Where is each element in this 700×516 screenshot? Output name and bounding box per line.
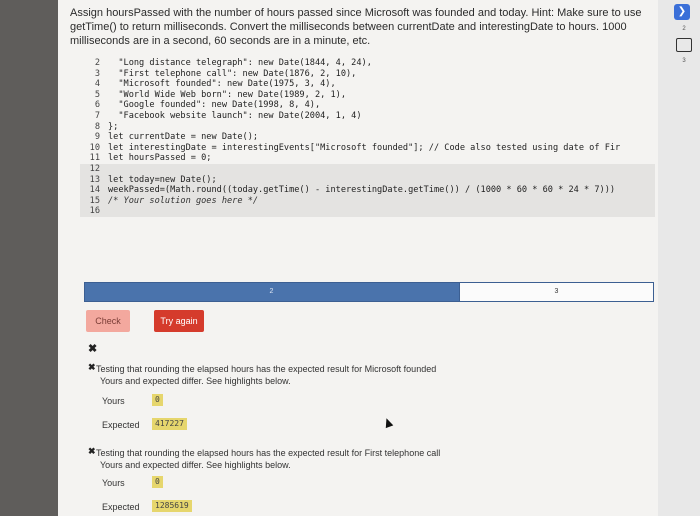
line-number: 11 <box>89 153 100 164</box>
test-subtitle: Yours and expected differ. See highlight… <box>100 376 291 386</box>
yours-label: Yours <box>102 478 125 488</box>
line-number: 16 <box>89 206 100 217</box>
code-text: let hoursPassed = 0; <box>108 153 212 164</box>
line-number: 5 <box>94 89 100 100</box>
code-line[interactable]: 12 <box>80 163 655 175</box>
code-text: "Long distance telegraph": new Date(1844… <box>108 58 372 68</box>
line-number: 15 <box>89 195 100 206</box>
code-text: "World Wide Web born": new Date(1989, 2,… <box>108 89 346 100</box>
code-text: }; <box>108 121 119 132</box>
code-line[interactable]: 5 "World Wide Web born": new Date(1989, … <box>80 90 655 101</box>
screen: Assign hoursPassed with the number of ho… <box>58 0 658 516</box>
yours-value: 0 <box>152 394 163 406</box>
code-line[interactable]: 3 "First telephone call": new Date(1876,… <box>80 69 655 80</box>
line-number: 9 <box>94 132 100 143</box>
chevron-right-icon[interactable]: ❯ <box>674 4 690 20</box>
code-line[interactable]: 7 "Facebook website launch": new Date(20… <box>80 111 655 122</box>
code-text: weekPassed=(Math.round((today.getTime() … <box>108 185 616 196</box>
code-line[interactable]: 10 let interestingDate = interestingEvent… <box>80 143 655 154</box>
code-line[interactable]: 6 "Google founded": new Date(1998, 8, 4)… <box>80 100 655 111</box>
line-number: 10 <box>89 142 100 153</box>
code-line[interactable]: 9 let currentDate = new Date(); <box>80 132 655 143</box>
yours-label: Yours <box>102 396 125 406</box>
progress-step-2[interactable]: 2 <box>85 283 458 301</box>
code-line[interactable]: 13 let today=new Date(); <box>80 174 655 186</box>
mouse-cursor-icon <box>382 416 394 429</box>
expected-value: 1285619 <box>152 500 192 512</box>
code-text: let interestingDate = interestingEvents[… <box>108 142 621 153</box>
yours-value: 0 <box>152 476 163 488</box>
expected-label: Expected <box>102 420 140 430</box>
side-panel: ❯ 2 3 <box>658 0 700 516</box>
window-icon[interactable] <box>676 38 692 52</box>
try-again-button[interactable]: Try again <box>154 310 204 332</box>
check-button[interactable]: Check <box>86 310 130 332</box>
code-line[interactable]: 11 let hoursPassed = 0; <box>80 153 655 164</box>
code-text: "Google founded": new Date(1998, 8, 4), <box>108 100 321 111</box>
code-text: "Facebook website launch": new Date(2004… <box>108 110 362 121</box>
code-line[interactable]: 2 "Long distance telegraph": new Date(18… <box>80 58 655 69</box>
side-number: 2 <box>682 26 686 32</box>
test-result: Testing that rounding the elapsed hours … <box>88 363 436 387</box>
photo-background-left <box>0 0 58 516</box>
code-line[interactable]: 4 "Microsoft founded": new Date(1975, 3,… <box>80 79 655 90</box>
line-number: 4 <box>94 79 100 90</box>
code-editor[interactable]: 2 "Long distance telegraph": new Date(18… <box>80 58 655 217</box>
code-text: /* Your solution goes here */ <box>108 195 259 206</box>
fail-icon: ✖ <box>88 343 98 355</box>
test-result: Testing that rounding the elapsed hours … <box>88 447 440 471</box>
test-subtitle: Yours and expected differ. See highlight… <box>100 460 291 470</box>
expected-value: 417227 <box>152 418 187 430</box>
code-line[interactable]: 15 /* Your solution goes here */ <box>80 195 655 207</box>
line-number: 2 <box>94 58 100 68</box>
code-text: let today=new Date(); <box>108 174 217 185</box>
side-number: 3 <box>682 58 686 64</box>
instructions-text: Assign hoursPassed with the number of ho… <box>70 7 642 47</box>
line-number: 3 <box>94 68 100 79</box>
progress-step-3[interactable]: 3 <box>459 282 654 302</box>
code-text: "First telephone call": new Date(1876, 2… <box>108 68 357 79</box>
code-line[interactable]: 8}; <box>80 122 655 133</box>
code-text: "Microsoft founded": new Date(1975, 3, 4… <box>108 79 336 90</box>
line-number: 6 <box>94 100 100 111</box>
progress-bar: 2 3 <box>84 282 654 302</box>
line-number: 12 <box>89 163 100 174</box>
code-line[interactable]: 14 weekPassed=(Math.round((today.getTime(… <box>80 185 655 196</box>
line-number: 13 <box>89 174 100 185</box>
test-title: Testing that rounding the elapsed hours … <box>96 448 441 458</box>
expected-label: Expected <box>102 502 140 512</box>
code-line[interactable]: 16 <box>80 206 655 217</box>
line-number: 7 <box>94 110 100 121</box>
line-number: 8 <box>94 121 100 132</box>
test-title: Testing that rounding the elapsed hours … <box>96 364 437 374</box>
line-number: 14 <box>89 185 100 196</box>
code-text: let currentDate = new Date(); <box>108 132 259 143</box>
